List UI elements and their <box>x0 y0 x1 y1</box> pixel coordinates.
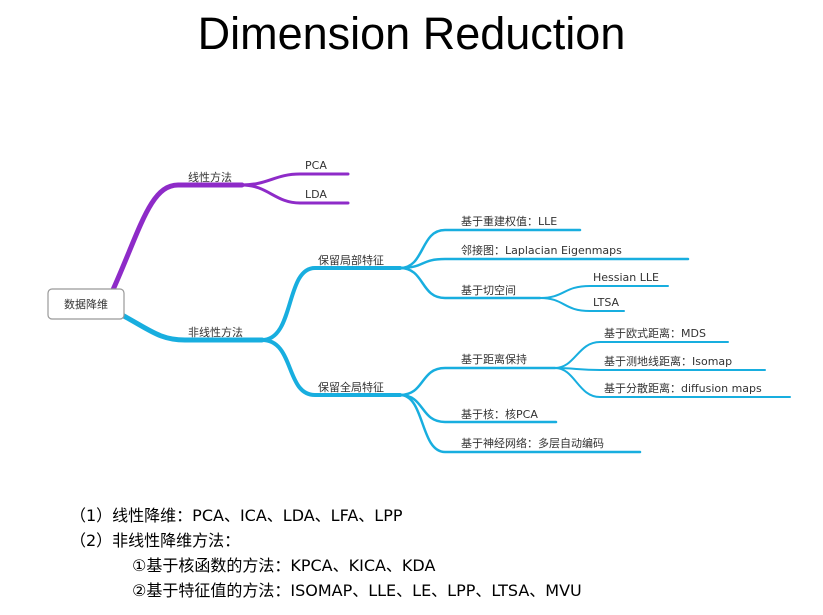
pca-label: PCA <box>305 159 327 172</box>
linear-to-pca-line <box>240 172 350 187</box>
mds-label: 基于欧式距离：MDS <box>604 326 706 340</box>
local-features-label: 保留局部特征 <box>318 253 384 267</box>
nonlinear-method-label: 非线性方法 <box>188 325 243 339</box>
linear-to-lda-line <box>240 183 350 205</box>
linear-method-label: 线性方法 <box>188 170 232 184</box>
tangent-space-label: 基于切空间 <box>461 283 516 297</box>
laplacian-eigenmaps-label: 邻接图：Laplacian Eigenmaps <box>461 244 622 257</box>
nonlinear-branch-lines <box>119 228 791 454</box>
distance-preserving-label: 基于距离保持 <box>461 352 527 366</box>
root-node: 数据降维 <box>47 288 125 320</box>
note-line-nonlinear: （2）非线性降维方法： <box>70 531 241 550</box>
root-to-linear-line <box>109 182 245 295</box>
diffusion-maps-label: 基于分散距离：diffusion maps <box>604 381 762 395</box>
note-line-linear: （1）线性降维：PCA、ICA、LDA、LFA、LPP <box>70 506 403 525</box>
kernel-pca-label: 基于核：核PCA <box>461 407 538 421</box>
isomap-label: 基于测地线距离：Isomap <box>604 354 732 368</box>
local-to-adjacency-line <box>398 257 690 270</box>
lda-label: LDA <box>305 188 327 201</box>
root-label: 数据降维 <box>64 297 108 311</box>
notes-list: （1）线性降维：PCA、ICA、LDA、LFA、LPP （2）非线性降维方法： … <box>70 503 582 603</box>
global-features-label: 保留全局特征 <box>318 380 384 394</box>
reweight-lle-label: 基于重建权值：LLE <box>461 214 557 228</box>
ltsa-label: LTSA <box>593 296 620 309</box>
distance-to-isomap-line <box>554 367 766 371</box>
hessian-lle-label: Hessian LLE <box>593 271 659 284</box>
nonlinear-to-local-line <box>260 266 402 342</box>
note-line-eigen-methods: ②基于特征值的方法：ISOMAP、LLE、LE、LPP、LTSA、MVU <box>132 581 582 600</box>
note-line-kernel-methods: ①基于核函数的方法：KPCA、KICA、KDA <box>132 556 436 575</box>
global-to-distance-line <box>398 366 557 397</box>
autoencoder-label: 基于神经网络：多层自动编码 <box>461 436 604 450</box>
